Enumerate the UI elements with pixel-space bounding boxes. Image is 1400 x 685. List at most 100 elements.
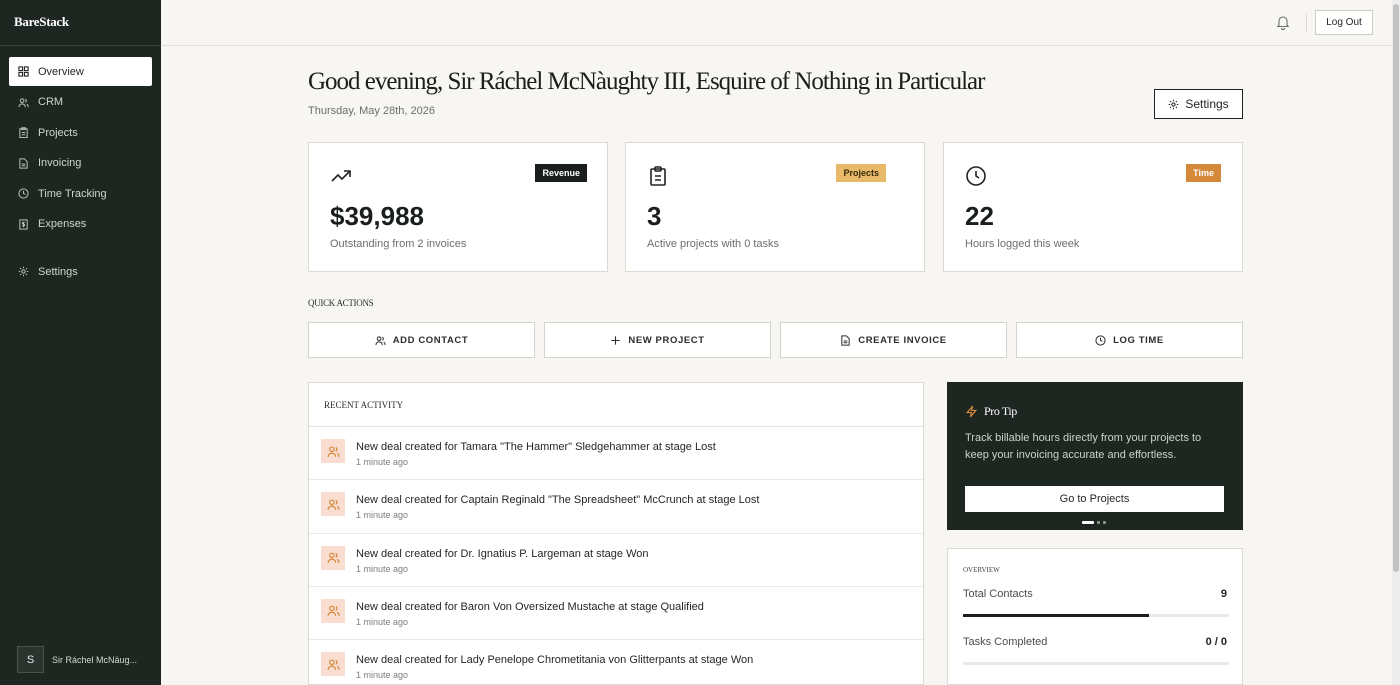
users-icon	[321, 492, 345, 517]
stat-card-revenue: Revenue $39,988 Outstanding from 2 invoi…	[308, 142, 608, 272]
lightning-icon	[965, 405, 978, 418]
list-item[interactable]: New deal created for Lady Penelope Chrom…	[309, 640, 923, 684]
overview-label: OVERVIEW	[963, 566, 1000, 574]
settings-button[interactable]: Settings	[1154, 89, 1243, 119]
stat-card-projects: Projects 3 Active projects with 0 tasks	[625, 142, 925, 272]
file-icon	[18, 157, 29, 169]
trending-up-icon	[331, 170, 351, 182]
bell-icon[interactable]	[1276, 14, 1290, 30]
pro-tip-card: Pro Tip Track billable hours directly fr…	[947, 382, 1243, 530]
page-date: Thursday, May 28th, 2026	[308, 105, 435, 117]
sidebar-item-overview[interactable]: Overview	[9, 57, 152, 86]
total-contacts-progress	[963, 614, 1229, 617]
clock-icon	[18, 188, 29, 199]
sidebar-item-label: Time Tracking	[38, 187, 107, 200]
overview-card: OVERVIEW Total Contacts 9 Tasks Complete…	[947, 548, 1243, 685]
activity-text: New deal created for Baron Von Oversized…	[356, 600, 704, 613]
sidebar: BareStack Overview CRM Projects Invoicin…	[0, 0, 161, 685]
log-time-button[interactable]: LOG TIME	[1016, 322, 1243, 358]
dollar-icon	[18, 218, 29, 230]
users-icon	[321, 439, 345, 463]
sidebar-item-projects[interactable]: Projects	[9, 118, 152, 147]
activity-time: 1 minute ago	[356, 670, 409, 681]
sidebar-item-invoicing[interactable]: Invoicing	[9, 149, 152, 178]
grid-icon	[18, 66, 29, 77]
stat-card-time: Time 22 Hours logged this week	[943, 142, 1243, 272]
create-invoice-button[interactable]: CREATE INVOICE	[780, 322, 1007, 358]
clipboard-icon	[18, 127, 29, 138]
file-icon	[841, 334, 850, 346]
add-contact-label: ADD CONTACT	[392, 334, 469, 346]
pro-tip-title-text: Pro Tip	[984, 404, 1017, 418]
status-badge: Revenue	[535, 164, 587, 182]
sidebar-item-settings[interactable]: Settings	[9, 257, 152, 286]
status-badge: Projects	[836, 164, 886, 182]
plus-icon	[611, 335, 620, 345]
activity-time: 1 minute ago	[356, 457, 409, 467]
add-contact-button[interactable]: ADD CONTACT	[308, 322, 535, 358]
sidebar-item-crm[interactable]: CRM	[9, 88, 152, 117]
users-icon	[375, 335, 386, 345]
stat-subtitle: Active projects with 0 tasks	[647, 238, 780, 250]
avatar: S	[17, 646, 44, 673]
activity-text: New deal created for Captain Reginald "T…	[356, 494, 760, 507]
sidebar-item-label: Overview	[38, 65, 84, 78]
stat-subtitle: Outstanding from 2 invoices	[330, 238, 467, 250]
users-icon	[321, 545, 345, 570]
activity-time: 1 minute ago	[356, 510, 409, 521]
activity-time: 1 minute ago	[356, 563, 409, 574]
users-icon	[18, 97, 29, 108]
stat-value: 22	[965, 201, 994, 231]
log-time-label: LOG TIME	[1113, 334, 1164, 346]
activity-time: 1 minute ago	[356, 616, 409, 627]
stat-subtitle: Hours logged this week	[965, 238, 1080, 250]
sidebar-item-label: Expenses	[38, 218, 87, 230]
new-project-label: NEW PROJECT	[628, 334, 705, 346]
stat-value: $39,988	[330, 201, 424, 231]
carousel-dot[interactable]	[1082, 521, 1094, 524]
brand-logo: BareStack	[0, 0, 161, 46]
clock-icon	[966, 166, 986, 186]
top-bar: Log Out	[161, 0, 1392, 46]
carousel-dot[interactable]	[1097, 521, 1100, 524]
tasks-completed-value: 0 / 0	[1205, 636, 1227, 648]
list-item[interactable]: New deal created for Captain Reginald "T…	[309, 480, 923, 534]
pro-tip-title: Pro Tip	[965, 404, 1017, 419]
scrollbar[interactable]	[1392, 0, 1400, 685]
list-item[interactable]: New deal created for Dr. Ignatius P. Lar…	[309, 534, 923, 587]
new-project-button[interactable]: NEW PROJECT	[544, 322, 771, 358]
go-to-projects-button[interactable]: Go to Projects	[965, 486, 1224, 512]
list-item[interactable]: New deal created for Tamara "The Hammer"…	[309, 427, 923, 481]
recent-activity-label: RECENT ACTIVITY	[309, 383, 923, 427]
pro-tip-text: Track billable hours directly from your …	[965, 432, 1202, 461]
users-icon	[321, 598, 345, 623]
activity-text: New deal created for Dr. Ignatius P. Lar…	[356, 547, 649, 560]
topbar-divider	[1306, 14, 1307, 32]
sidebar-item-label: CRM	[38, 96, 64, 108]
settings-button-label: Settings	[1185, 97, 1229, 111]
sidebar-nav: Overview CRM Projects Invoicing Time Tra…	[0, 46, 161, 286]
sidebar-item-expenses[interactable]: Expenses	[9, 210, 152, 239]
user-name: Sir Ráchel McNäug...	[52, 654, 138, 665]
activity-text: New deal created for Tamara "The Hammer"…	[356, 441, 716, 453]
sidebar-item-label: Settings	[38, 265, 78, 278]
carousel-dot[interactable]	[1103, 521, 1106, 524]
sidebar-item-label: Invoicing	[38, 157, 82, 169]
create-invoice-label: CREATE INVOICE	[858, 334, 947, 346]
sidebar-item-time-tracking[interactable]: Time Tracking	[9, 179, 152, 208]
carousel-dots	[1082, 521, 1106, 524]
total-contacts-value: 9	[1220, 588, 1227, 600]
clock-icon	[1095, 334, 1106, 346]
scrollbar-thumb[interactable]	[1393, 4, 1399, 572]
tasks-completed-label: Tasks Completed	[963, 636, 1048, 648]
sidebar-item-label: Projects	[38, 126, 78, 139]
gear-icon	[18, 266, 29, 277]
list-item[interactable]: New deal created for Baron Von Oversized…	[309, 587, 923, 641]
recent-activity-panel: RECENT ACTIVITY New deal created for Tam…	[308, 382, 924, 685]
stat-value: 3	[647, 201, 662, 231]
tasks-completed-progress	[963, 662, 1229, 665]
logout-button[interactable]: Log Out	[1315, 10, 1373, 35]
activity-text: New deal created for Lady Penelope Chrom…	[356, 654, 754, 667]
user-profile[interactable]: S Sir Ráchel McNäug...	[17, 646, 137, 673]
